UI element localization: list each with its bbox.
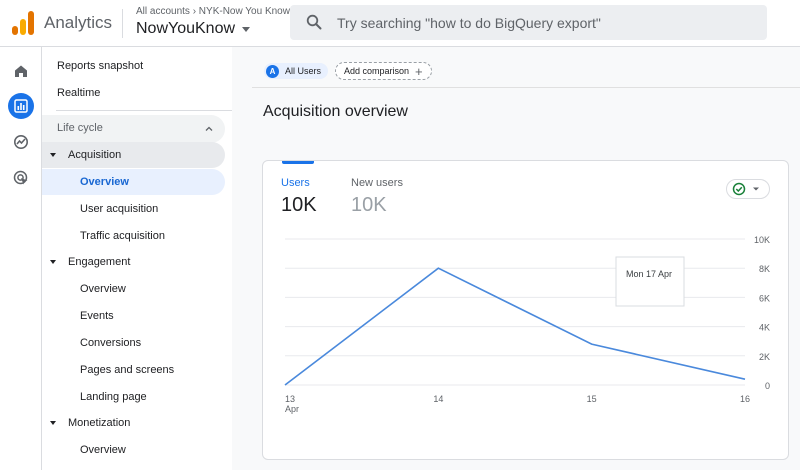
nav-item-label: Conversions [80,337,142,349]
rail-advertising-button[interactable] [8,165,34,191]
toolbar-divider [252,87,800,88]
plus-icon: + [415,63,423,79]
nav-item-pages-and-screens[interactable]: Pages and screens [42,357,225,383]
check-circle-icon [732,182,759,196]
rail-explore-button[interactable] [8,129,34,155]
y-tick-label: 0 [765,381,770,391]
left-rail [0,47,42,470]
nav-item-label: Events [80,310,114,322]
app-title: Analytics [44,13,113,32]
nav-group-acquisition[interactable]: Acquisition [42,142,225,168]
x-tick-label: 16 [740,394,750,404]
nav-item-landing-page[interactable]: Landing page [42,384,225,410]
nav-divider [56,110,236,111]
segment-chip-label: All Users [285,66,322,76]
nav-item-events[interactable]: Events [42,303,225,329]
y-tick-label: 2K [759,352,770,362]
nav-item-label: User acquisition [80,203,159,215]
nav-group-monetization[interactable]: Monetization [42,410,225,436]
segment-chip-all-users[interactable]: A All Users [264,63,329,79]
data-quality-button[interactable] [726,179,770,199]
property-selector[interactable]: NowYouKnow [136,20,235,38]
page-title: Acquisition overview [263,103,408,120]
x-tick-label: 15 [587,394,597,404]
nav-item-acquisition-overview[interactable]: Overview [42,169,225,195]
nav-item-engagement-overview[interactable]: Overview [42,276,225,302]
home-icon [15,65,27,77]
rail-reports-button[interactable] [8,93,34,119]
nav-realtime[interactable]: Realtime [57,80,100,106]
account-breadcrumb[interactable]: All accounts › NYK-Now You Know [136,6,290,17]
top-bar: Analytics All accounts › NYK-Now You Kno… [0,0,800,47]
caret-down-icon [50,153,56,157]
chevron-up-icon [205,126,213,131]
chart-tooltip [615,256,685,307]
y-tick-label: 6K [759,293,770,303]
caret-down-icon [50,260,56,264]
nav-item-traffic-acquisition[interactable]: Traffic acquisition [42,223,225,249]
advertising-icon [13,170,28,185]
nav-group-label: Acquisition [68,149,122,161]
reports-icon [14,99,28,113]
nav-group-label: Engagement [68,256,131,268]
add-comparison-button[interactable]: Add comparison + [335,62,432,80]
nav-section-life-cycle[interactable]: Life cycle [42,115,225,143]
analytics-logo-icon[interactable] [12,11,34,35]
metric-value-new-users: 10K [351,194,387,216]
x-tick-label: 14 [433,394,443,404]
nav-group-engagement[interactable]: Engagement [42,249,225,275]
property-dropdown-icon[interactable] [242,27,250,32]
metric-tab-users[interactable]: Users [281,177,310,189]
metric-tab-new-users[interactable]: New users [351,177,403,189]
nav-group-label: Monetization [68,417,131,429]
y-tick-label: 10K [754,235,770,245]
nav-item-label: Overview [80,444,126,456]
nav-section-label: Life cycle [57,122,103,134]
main-content: A All Users Add comparison + Acquisition… [232,47,800,470]
nav-item-conversions[interactable]: Conversions [42,330,225,356]
caret-down-icon [50,421,56,425]
overview-card: Users 10K New users 10K 10K 8K 6K 4K 2K 0 13 Ap… [262,160,789,460]
y-tick-label: 4K [759,323,770,333]
metric-value-users: 10K [281,194,317,216]
x-tick-label: 13 Apr [285,394,299,414]
nav-item-label: Overview [80,283,126,295]
chart-tooltip-label: Mon 17 Apr [626,269,672,279]
nav-item-label: Overview [80,176,129,188]
users-line-chart: 10K 8K 6K 4K 2K 0 13 Apr 14 15 16 Mon 17 Apr [284,235,770,414]
rail-home-button[interactable] [8,58,34,84]
explore-icon [14,135,28,149]
selected-tab-indicator [282,161,314,164]
nav-item-label: Pages and screens [80,364,175,376]
nav-reports-snapshot[interactable]: Reports snapshot [57,53,143,79]
header-divider [122,9,123,38]
reports-nav: Reports snapshot Realtime Life cycle Acq… [42,47,236,470]
search-bar[interactable]: Try searching "how to do BigQuery export… [290,5,767,40]
add-comparison-label: Add comparison [344,66,410,76]
search-input[interactable]: Try searching "how to do BigQuery export… [337,15,601,31]
y-tick-label: 8K [759,264,770,274]
nav-item-monetization-overview[interactable]: Overview [42,437,225,463]
nav-item-label: Landing page [80,391,147,403]
nav-item-label: Traffic acquisition [80,230,165,242]
nav-item-user-acquisition[interactable]: User acquisition [42,196,225,222]
search-icon [306,14,322,30]
segment-avatar: A [266,64,279,78]
